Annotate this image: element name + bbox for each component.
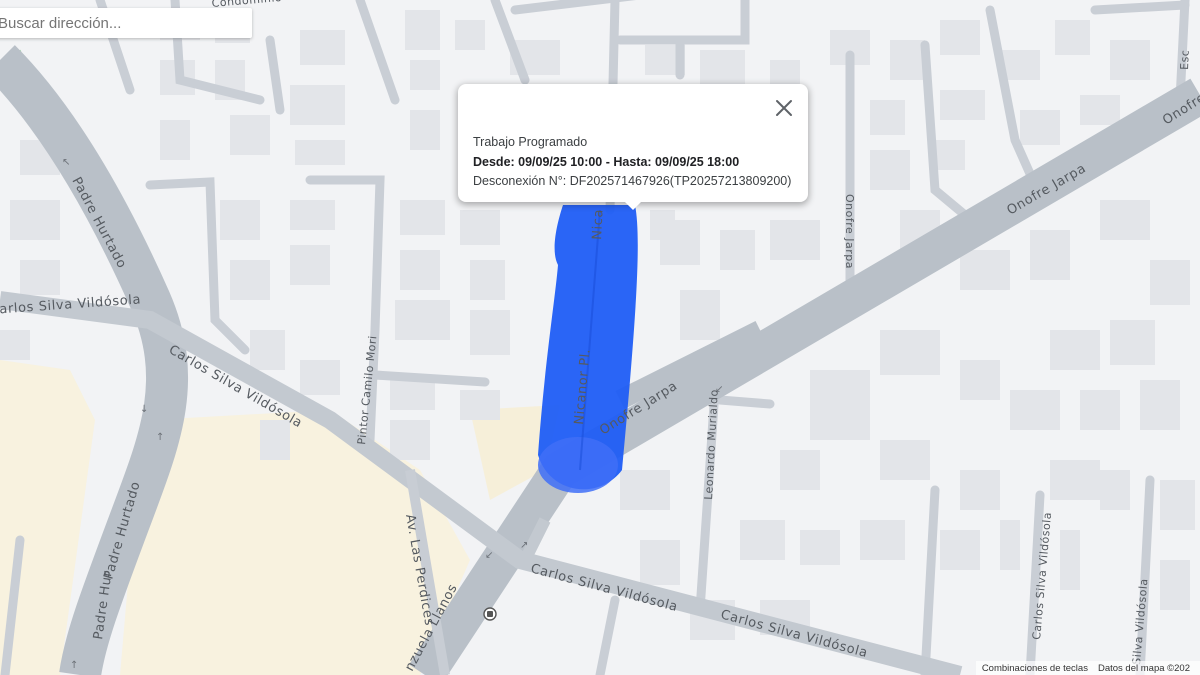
bus-stop-icon[interactable] [483, 607, 497, 621]
svg-text:↑: ↑ [70, 660, 78, 671]
svg-text:↗: ↗ [520, 540, 528, 551]
map-attribution: Combinaciones de teclas Datos del mapa ©… [975, 661, 1200, 675]
street-label: Esc [1178, 49, 1192, 70]
popup-schedule: Desde: 09/09/25 10:00 - Hasta: 09/09/25 … [473, 154, 740, 169]
street-label: Nica [590, 209, 607, 241]
search-input[interactable] [0, 14, 244, 32]
svg-text:↙: ↙ [485, 550, 493, 561]
svg-text:↓: ↓ [140, 404, 148, 415]
svg-text:↖: ↖ [62, 157, 70, 168]
info-popup: Trabajo Programado Desde: 09/09/25 10:00… [458, 84, 808, 210]
close-icon[interactable] [772, 96, 796, 120]
svg-text:↑: ↑ [156, 432, 164, 443]
street-label: Onofre Jarpa [843, 194, 856, 269]
popup-tail [624, 201, 642, 210]
popup-title: Trabajo Programado [473, 135, 588, 149]
popup-disconnection: Desconexión N°: DF202571467926(TP2025721… [473, 174, 792, 188]
map-data-link[interactable]: Datos del mapa ©202 [1098, 663, 1190, 674]
search-box[interactable] [0, 8, 252, 38]
keyboard-shortcuts-link[interactable]: Combinaciones de teclas [982, 663, 1088, 674]
